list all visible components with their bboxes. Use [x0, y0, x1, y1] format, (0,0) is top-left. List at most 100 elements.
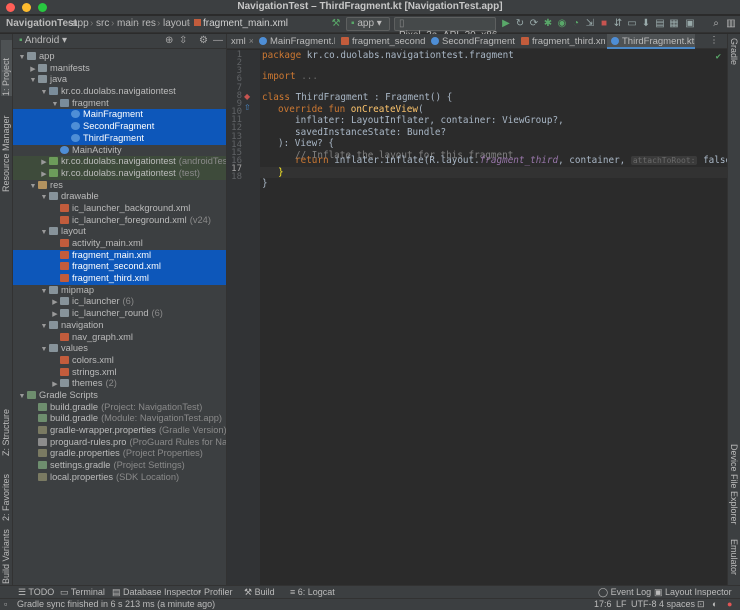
code-editor[interactable]: package kr.co.duolabs.navigationtest.fra… — [260, 50, 727, 585]
sidebar-icon[interactable]: ▥ — [725, 18, 737, 30]
tree-item[interactable]: activity_main.xml — [13, 238, 226, 250]
tree-item[interactable]: ▼ values — [13, 343, 226, 355]
tool-tab-logcat[interactable]: ≡ 6: Logcat — [290, 587, 335, 597]
tree-item[interactable]: ▶ ic_launcher_round (6) — [13, 308, 226, 320]
gear-icon[interactable]: ⚙ — [199, 35, 208, 46]
apply-changes-icon[interactable]: ↻ — [514, 18, 526, 30]
attach-debugger-icon[interactable]: ⇲ — [584, 18, 596, 30]
tree-item[interactable]: ▶ kr.co.duolabs.navigationtest (test) — [13, 167, 226, 180]
caret-position[interactable]: 17:6 — [594, 599, 612, 609]
tree-item[interactable]: ▶ themes (2) — [13, 378, 226, 390]
layout-inspector-icon[interactable]: ▤ — [654, 18, 666, 30]
tree-item[interactable]: strings.xml — [13, 367, 226, 379]
hammer-icon[interactable]: ⚒ — [330, 18, 342, 30]
tree-item[interactable]: fragment_second.xml — [13, 261, 226, 274]
tree-item[interactable]: ▶ manifests — [13, 63, 226, 75]
class-marker-icon[interactable]: ◆ — [244, 92, 250, 101]
tree-item[interactable]: settings.gradle (Project Settings) — [13, 460, 226, 472]
profile-icon[interactable]: ◔ — [570, 18, 582, 30]
tool-tab-profiler[interactable]: ◔ Profiler — [196, 587, 232, 597]
tree-item[interactable]: proguard-rules.pro (ProGuard Rules for Na… — [13, 437, 244, 449]
search-everywhere-icon[interactable]: ⌕ — [710, 18, 722, 30]
override-marker-icon[interactable]: ⇧ — [244, 103, 251, 112]
tree-item[interactable]: ▼ app — [13, 51, 226, 63]
debug-icon[interactable]: ✱ — [542, 18, 554, 30]
editor-tab[interactable]: SecondFragment.kt× — [427, 34, 515, 49]
tree-item[interactable]: ThirdFragment — [13, 132, 226, 145]
editor-tab[interactable]: fragment_third.xml× — [517, 34, 605, 49]
tree-item[interactable]: build.gradle (Module: NavigationTest.app) — [13, 413, 226, 425]
memory-indicator-icon[interactable]: ◐ — [712, 599, 717, 609]
breadcrumb-layout[interactable]: layout — [163, 18, 190, 29]
tree-item[interactable]: build.gradle (Project: NavigationTest) — [13, 402, 226, 414]
tool-tab-layout-inspector[interactable]: ▣ Layout Inspector — [654, 587, 732, 598]
monitor-icon[interactable]: ▣ — [684, 18, 696, 30]
tree-item[interactable]: ▼ kr.co.duolabs.navigationtest — [13, 86, 226, 98]
tree-item[interactable]: ▶ kr.co.duolabs.navigationtest (androidTes… — [13, 156, 233, 168]
tool-tab-favorites[interactable]: 2: Favorites — [1, 459, 11, 521]
tool-tab-event-log[interactable]: ◯ Event Log — [598, 587, 651, 598]
more-tabs-icon[interactable]: ⋮ — [703, 34, 725, 49]
breadcrumb-src[interactable]: src — [96, 18, 109, 29]
breadcrumb-file[interactable]: fragment_main.xml — [194, 18, 288, 29]
tool-tab-database-inspector[interactable]: ▤ Database Inspector — [112, 587, 201, 598]
tool-tab-gradle[interactable]: Gradle — [729, 38, 739, 78]
tool-tab-terminal[interactable]: ▭ Terminal — [60, 587, 105, 598]
breadcrumb-res[interactable]: res — [142, 18, 156, 29]
stop-icon[interactable]: ■ — [598, 18, 610, 30]
lock-icon[interactable]: ⊡ — [697, 599, 705, 610]
tool-tab-structure[interactable]: Z: Structure — [1, 394, 11, 456]
tree-item[interactable]: gradle.properties (Project Properties) — [13, 448, 226, 460]
run-icon[interactable]: ▶ — [500, 18, 512, 30]
error-icon[interactable]: ● — [727, 599, 732, 609]
tree-item[interactable]: ▼ res — [13, 180, 226, 192]
tree-item[interactable]: ▼ mipmap — [13, 285, 226, 297]
tool-tab-device-file-explorer[interactable]: Device File Explorer — [729, 444, 739, 552]
tree-item[interactable]: SecondFragment — [13, 121, 226, 133]
tree-item[interactable]: ic_launcher_background.xml — [13, 203, 226, 215]
tree-item[interactable]: ▼ fragment — [13, 98, 226, 110]
device-select[interactable]: ▯ Pixel_3a_API_30_x86 ▾ — [394, 17, 497, 53]
close-tab-icon[interactable]: × — [249, 36, 253, 46]
folded-imports[interactable]: ... — [296, 71, 318, 82]
tree-item[interactable]: ▶ ic_launcher (6) — [13, 296, 226, 308]
hide-icon[interactable]: — — [213, 35, 223, 46]
editor-tab[interactable]: MainFragment.kt× — [255, 34, 335, 49]
tree-item[interactable]: gradle-wrapper.properties (Gradle Version… — [13, 425, 227, 437]
tool-tab-todo[interactable]: ☰ TODO — [18, 587, 54, 598]
status-indicator-icon[interactable]: ▫ — [4, 599, 7, 609]
tree-item[interactable]: fragment_third.xml — [13, 273, 226, 285]
tool-tab-emulator[interactable]: Emulator — [729, 539, 739, 585]
tool-tab-build-variants[interactable]: Build Variants — [1, 522, 11, 584]
inspection-ok-icon[interactable]: ✔ — [716, 52, 721, 62]
tree-item[interactable]: nav_graph.xml — [13, 332, 226, 344]
tree-item[interactable]: ▼ navigation — [13, 320, 226, 332]
avd-manager-icon[interactable]: ▭ — [626, 18, 638, 30]
emulator-icon[interactable]: ▦ — [668, 18, 680, 30]
tree-item[interactable]: MainFragment — [13, 109, 226, 122]
tree-item[interactable]: local.properties (SDK Location) — [13, 472, 226, 484]
editor-tab[interactable]: fragment_second.xml× — [337, 34, 425, 49]
editor-tab[interactable]: xml × — [227, 34, 253, 49]
tree-item[interactable]: ▼ layout — [13, 226, 226, 238]
tree-item[interactable]: ▼ java — [13, 74, 226, 86]
coverage-icon[interactable]: ◉ — [556, 18, 568, 30]
tree-item[interactable]: ▼ Gradle Scripts — [13, 390, 226, 402]
tool-tab-build[interactable]: ⚒ Build — [244, 587, 275, 598]
tree-item[interactable]: colors.xml — [13, 355, 226, 367]
editor-tab[interactable]: ThirdFragment.kt× — [607, 34, 695, 49]
status-message[interactable]: Gradle sync finished in 6 s 213 ms (a mi… — [17, 599, 215, 609]
file-encoding[interactable]: UTF-8 — [631, 599, 657, 609]
tree-item[interactable]: ▼ drawable — [13, 191, 226, 203]
line-separator[interactable]: LF — [616, 599, 627, 609]
tree-item[interactable]: ic_launcher_foreground.xml (v24) — [13, 215, 226, 227]
sync-gradle-icon[interactable]: ⇵ — [612, 18, 624, 30]
expand-all-icon[interactable]: ⇳ — [179, 35, 187, 46]
tree-item[interactable]: MainActivity — [13, 145, 226, 157]
locate-icon[interactable]: ⊕ — [165, 35, 173, 46]
run-config-select[interactable]: ▪ app ▾ — [346, 17, 390, 31]
project-view-select[interactable]: ▪ Android ▾ — [19, 35, 67, 46]
tree-item[interactable]: fragment_main.xml — [13, 249, 226, 262]
tool-tab-project[interactable]: 1: Project — [1, 40, 12, 96]
sdk-manager-icon[interactable]: ⬇ — [640, 18, 652, 30]
